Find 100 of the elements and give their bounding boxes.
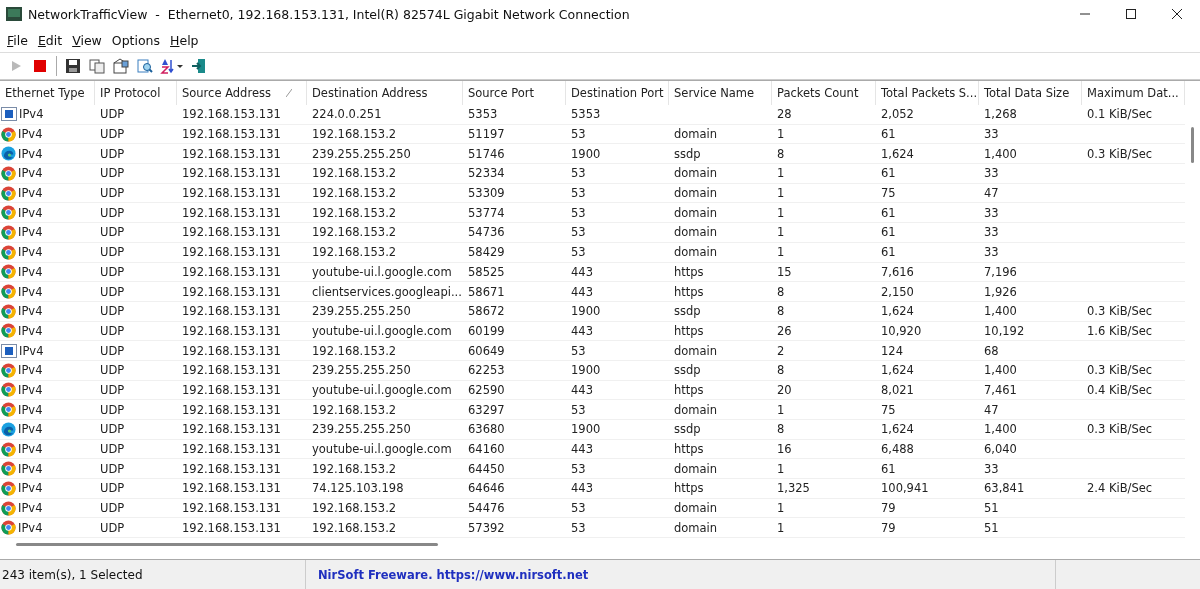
exit-icon[interactable] (191, 58, 207, 74)
table-cell: 54736 (468, 225, 505, 240)
table-cell: 54476 (468, 501, 505, 516)
table-cell: domain (674, 461, 718, 476)
table-cell: IPv4 (18, 481, 43, 496)
table-cell: IPv4 (18, 422, 43, 437)
table-cell: 51746 (468, 146, 505, 161)
table-cell: 192.168.153.131 (182, 284, 281, 299)
table-cell: https (674, 481, 704, 496)
properties-icon[interactable] (113, 58, 129, 74)
horizontal-scrollbar[interactable] (16, 543, 438, 547)
save-icon[interactable] (65, 58, 81, 74)
table-cell: 192.168.153.131 (182, 146, 281, 161)
table-cell: 60199 (468, 323, 505, 338)
table-cell: 2,052 (881, 107, 914, 122)
table-cell: 1 (777, 501, 785, 516)
table-cell: 51 (984, 501, 999, 516)
table-cell: domain (674, 225, 718, 240)
edge-icon (1, 421, 16, 437)
table-cell: 6,488 (881, 442, 914, 457)
table-cell: 15 (777, 264, 792, 279)
table-cell: 58429 (468, 245, 505, 260)
table-cell: 239.255.255.250 (312, 146, 411, 161)
table-cell: IPv4 (18, 284, 43, 299)
table-cell: 192.168.153.2 (312, 245, 397, 260)
table-cell: 68 (984, 343, 999, 358)
find-icon[interactable] (137, 58, 153, 74)
table-cell: 100,941 (881, 481, 929, 496)
table-cell: 57392 (468, 520, 505, 535)
table-cell: 53 (571, 402, 586, 417)
edge-icon (1, 146, 16, 162)
menu-item[interactable]: Help (165, 32, 204, 48)
table-cell: 1,400 (984, 146, 1017, 161)
table-cell: UDP (100, 166, 125, 181)
table-cell: 28 (777, 107, 792, 122)
table-cell: 7,461 (984, 382, 1017, 397)
table-cell: 33 (984, 205, 999, 220)
item-count: 243 item(s), 1 Selected (2, 567, 143, 582)
table-cell: UDP (100, 284, 125, 299)
table-cell: UDP (100, 422, 125, 437)
table-cell: 192.168.153.131 (182, 501, 281, 516)
table-cell: 53309 (468, 186, 505, 201)
table-cell: https (674, 382, 704, 397)
table-cell: domain (674, 205, 718, 220)
table-cell: 33 (984, 166, 999, 181)
sort-icon[interactable] (160, 58, 184, 74)
table-cell: https (674, 264, 704, 279)
menu-item[interactable]: Options (106, 32, 166, 48)
menu-item[interactable]: Edit (32, 32, 68, 48)
table-cell: 443 (571, 481, 593, 496)
table-cell: 7,616 (881, 264, 914, 279)
table-cell: 239.255.255.250 (312, 363, 411, 378)
table-cell: 0.3 KiB/Sec (1087, 146, 1153, 161)
menu-item[interactable]: File (2, 32, 33, 48)
table-cell: 63,841 (984, 481, 1025, 496)
table-cell: youtube-ui.l.google.com (312, 382, 452, 397)
table-cell: IPv4 (18, 520, 43, 535)
table-cell: 443 (571, 284, 593, 299)
table-cell: UDP (100, 225, 125, 240)
table-cell: 192.168.153.131 (182, 205, 281, 220)
table-cell: domain (674, 402, 718, 417)
table-cell: UDP (100, 402, 125, 417)
vertical-scrollbar[interactable] (1191, 127, 1194, 163)
table-cell: 192.168.153.131 (182, 107, 281, 122)
table-cell: 1 (777, 245, 785, 260)
table-cell: 8,021 (881, 382, 914, 397)
table-cell: UDP (100, 461, 125, 476)
table-cell: 33 (984, 127, 999, 142)
table-cell: 1 (777, 461, 785, 476)
nirsoft-link[interactable]: NirSoft Freeware. https://www.nirsoft.net (308, 567, 589, 582)
table-cell: 51 (984, 520, 999, 535)
table-cell: IPv4 (18, 166, 43, 181)
menu-item[interactable]: View (67, 32, 107, 48)
table-cell: 1,624 (881, 304, 914, 319)
table-cell: youtube-ui.l.google.com (312, 323, 452, 338)
table-cell: 1,325 (777, 481, 810, 496)
table-cell: 1,400 (984, 363, 1017, 378)
table-cell: 0.1 KiB/Sec (1087, 107, 1153, 122)
table-cell: 1900 (571, 304, 601, 319)
table-cell: 62253 (468, 363, 505, 378)
table-cell: UDP (100, 205, 125, 220)
table-cell: https (674, 323, 704, 338)
table-cell: 53 (571, 205, 586, 220)
copy-icon[interactable] (89, 58, 105, 74)
table-cell: 192.168.153.2 (312, 520, 397, 535)
maximize-icon[interactable] (1126, 9, 1136, 19)
table-cell: 192.168.153.2 (312, 402, 397, 417)
table-cell: 192.168.153.131 (182, 304, 281, 319)
table-cell: 239.255.255.250 (312, 422, 411, 437)
table-cell: 53 (571, 343, 586, 358)
table-cell: https (674, 284, 704, 299)
table-cell: 1900 (571, 363, 601, 378)
table-cell: 0.3 KiB/Sec (1087, 304, 1153, 319)
table-cell: UDP (100, 520, 125, 535)
table-cell: UDP (100, 146, 125, 161)
table-cell: 61 (881, 205, 896, 220)
table-cell: 74.125.103.198 (312, 481, 404, 496)
close-icon[interactable] (1172, 9, 1182, 19)
table-cell: 61 (881, 245, 896, 260)
table-cell: 1,624 (881, 146, 914, 161)
